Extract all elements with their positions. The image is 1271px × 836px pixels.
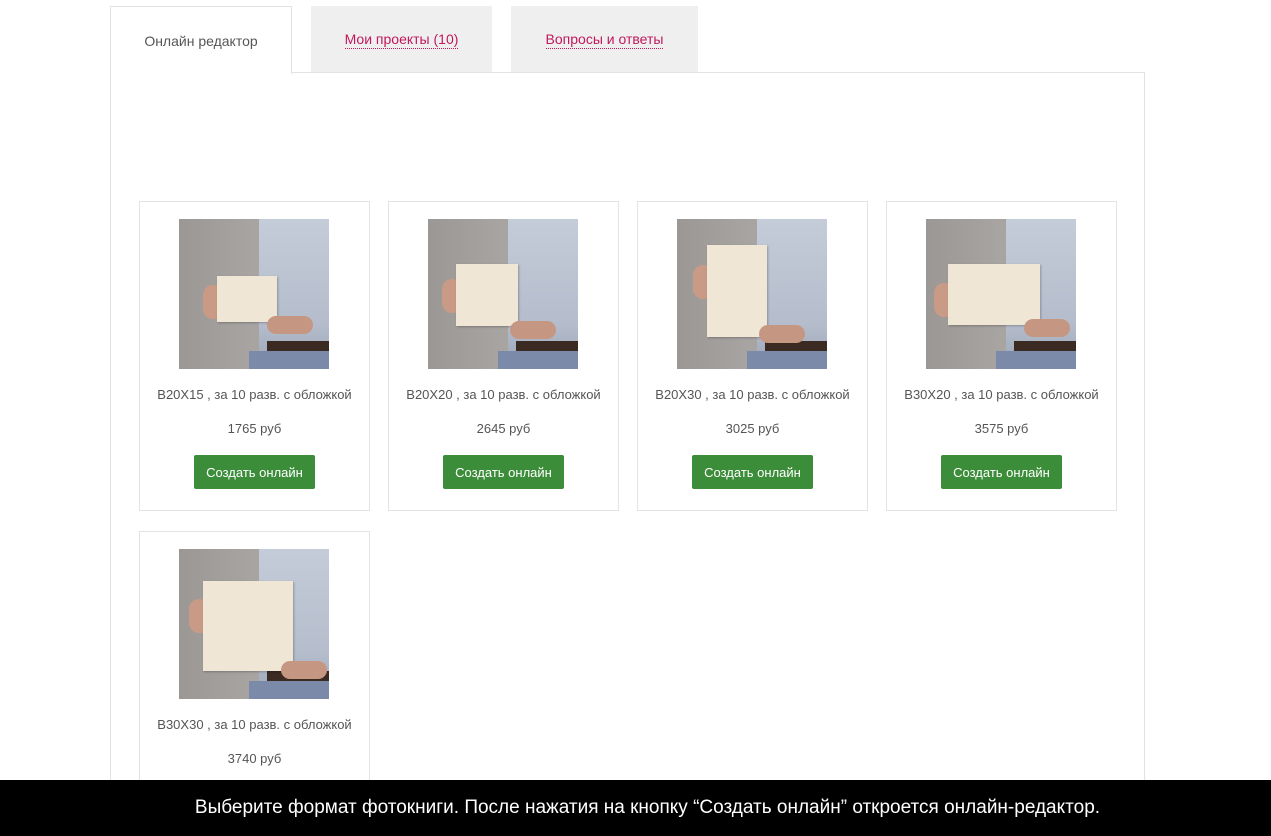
create-online-button[interactable]: Создать онлайн	[443, 455, 564, 489]
tab-faq[interactable]: Вопросы и ответы	[511, 6, 698, 73]
tab-faq-label: Вопросы и ответы	[545, 30, 664, 49]
product-price: 3025 руб	[725, 421, 780, 436]
product-photo	[926, 219, 1076, 369]
product-title: B30X30 , за 10 разв. с обложкой	[157, 717, 352, 732]
editor-panel: B20X15 , за 10 разв. с обложкой 1765 руб…	[110, 72, 1145, 836]
instruction-caption: Выберите формат фотокниги. После нажатия…	[0, 780, 1271, 836]
product-price: 1765 руб	[227, 421, 282, 436]
product-title: B20X15 , за 10 разв. с обложкой	[157, 387, 352, 402]
product-photo	[179, 219, 329, 369]
product-title: B30X20 , за 10 разв. с обложкой	[904, 387, 1099, 402]
tab-my-projects-label: Мои проекты (10)	[344, 30, 459, 49]
product-price: 3575 руб	[974, 421, 1029, 436]
product-price: 2645 руб	[476, 421, 531, 436]
tab-online-editor[interactable]: Онлайн редактор	[110, 6, 292, 74]
product-photo	[677, 219, 827, 369]
tab-my-projects[interactable]: Мои проекты (10)	[311, 6, 492, 73]
create-online-button[interactable]: Создать онлайн	[194, 455, 315, 489]
product-card: B20X30 , за 10 разв. с обложкой 3025 руб…	[637, 201, 868, 511]
tab-online-editor-label: Онлайн редактор	[144, 32, 258, 49]
product-price: 3740 руб	[227, 751, 282, 766]
product-photo	[428, 219, 578, 369]
product-card: B30X20 , за 10 разв. с обложкой 3575 руб…	[886, 201, 1117, 511]
product-card: B20X15 , за 10 разв. с обложкой 1765 руб…	[139, 201, 370, 511]
product-title: B20X30 , за 10 разв. с обложкой	[655, 387, 850, 402]
caption-text: Выберите формат фотокниги. После нажатия…	[194, 797, 1101, 818]
create-online-button[interactable]: Создать онлайн	[692, 455, 813, 489]
product-title: B20X20 , за 10 разв. с обложкой	[406, 387, 601, 402]
product-card: B20X20 , за 10 разв. с обложкой 2645 руб…	[388, 201, 619, 511]
product-photo	[179, 549, 329, 699]
create-online-button[interactable]: Создать онлайн	[941, 455, 1062, 489]
